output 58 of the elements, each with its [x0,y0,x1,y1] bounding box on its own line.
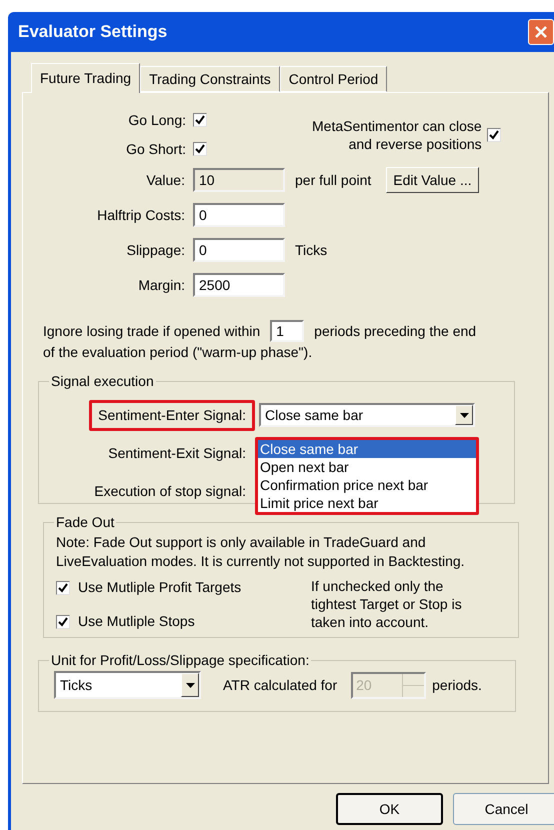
input-field[interactable]: 2500 [193,273,285,297]
field-label: Go Long: [127,110,187,130]
dropdown-option[interactable]: Open next bar [258,458,476,476]
tab[interactable]: Future Trading [31,63,140,93]
periods-field[interactable]: 1 [270,320,304,342]
checkbox-label: Use Mutliple Profit Targets [78,578,242,597]
window-title: Evaluator Settings [18,21,168,44]
input-field[interactable]: 0 [193,203,285,227]
input-field[interactable]: 0 [193,238,285,262]
tab[interactable]: Trading Constraints [140,66,280,92]
field-label: Value: [145,170,186,190]
check-icon [58,582,68,592]
group-title: Unit for Profit/Loss/Slippage specification: [50,651,310,670]
signal-dropdown[interactable]: Close same bar [259,403,475,427]
checkbox[interactable] [486,128,501,142]
signal-label: Sentiment-Exit Signal: [107,444,247,463]
atr-label: ATR calculated for [223,676,338,694]
note-text: Note: Fade Out support is only available in TradeGuard and [56,533,427,552]
field-label: Slippage: [126,240,186,260]
warmup-text: periods preceding the end [314,322,476,341]
checkbox[interactable] [193,113,207,127]
field-label: Halftrip Costs: [96,206,186,225]
group-title: Fade Out [55,513,116,532]
signal-label: Execution of stop signal: [93,482,247,501]
warmup-text: of the evaluation period ("warm-up phase"). [43,343,314,362]
caret-icon [186,682,194,688]
signal-label: Sentiment-Enter Signal: [89,400,255,430]
tab[interactable]: Control Period [280,66,388,92]
dropdown-arrow-button[interactable] [181,673,199,697]
unit-label: periods. [432,676,482,695]
checkbox[interactable] [193,142,207,156]
field-label: Go Short: [125,140,187,158]
checkbox[interactable] [56,614,70,628]
dropdown-arrow-button[interactable] [455,405,473,425]
caret-icon [460,412,468,418]
hint-text: If unchecked only the tightest Target or Stop is taken into account. [311,577,462,632]
close-button[interactable] [528,19,554,45]
dialog-button[interactable]: Cancel [453,793,554,825]
check-icon [58,616,68,626]
unit-label: per full point [295,170,372,190]
group-title: Signal execution [50,372,155,391]
checkbox-label: Use Mutliple Stops [78,612,195,631]
dropdown-option[interactable]: Confirmation price next bar [258,476,476,494]
check-icon [488,130,499,140]
edit-value-button[interactable]: Edit Value ... [386,167,479,193]
note-text: LiveEvaluation modes. It is currently not supported in Backtesting. [56,552,466,571]
unit-dropdown[interactable]: Ticks [54,671,201,699]
warmup-text: Ignore losing trade if opened within [43,322,260,341]
option-label: MetaSentimentor can close and reverse positions [312,116,482,152]
close-icon [534,25,548,39]
dropdown-option[interactable]: Limit price next bar [258,494,476,512]
dialog-button[interactable]: OK [336,793,443,825]
check-icon [195,115,205,125]
unit-label: Ticks [295,240,328,260]
field-label: Margin: [137,276,186,295]
dropdown-option[interactable]: Close same bar [258,440,476,458]
checkbox[interactable] [56,580,70,594]
check-icon [195,144,205,154]
